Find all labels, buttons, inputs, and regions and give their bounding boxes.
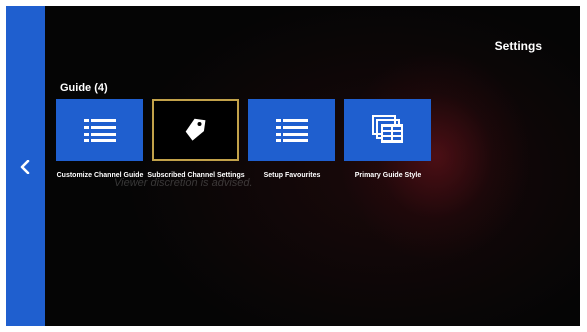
tile-label-customize-channel-guide: Customize Channel Guide: [56, 172, 144, 179]
tag-icon: [185, 118, 205, 141]
tv-frame: Viewer discretion is advised. Settings G…: [0, 0, 587, 332]
page-title: Settings: [494, 39, 542, 53]
guide-grid-icon: [371, 115, 403, 143]
tile-setup-favourites[interactable]: [248, 99, 335, 161]
tile-primary-guide-style[interactable]: [344, 99, 431, 161]
left-sidebar: [6, 6, 45, 326]
tile-customize-channel-guide[interactable]: [56, 99, 143, 161]
tile-label-setup-favourites: Setup Favourites: [263, 172, 321, 179]
tile-label-subscribed-channel-settings: Subscribed Channel Settings: [147, 172, 245, 179]
chevron-left-icon: [20, 160, 30, 174]
list-icon: [83, 119, 116, 142]
back-button[interactable]: [14, 156, 36, 178]
section-title: Guide (4): [60, 82, 108, 94]
tile-label-primary-guide-style: Primary Guide Style: [354, 172, 422, 179]
list-icon: [275, 119, 308, 142]
settings-screen: Viewer discretion is advised. Settings G…: [6, 6, 580, 326]
tile-subscribed-channel-settings[interactable]: [152, 99, 239, 161]
